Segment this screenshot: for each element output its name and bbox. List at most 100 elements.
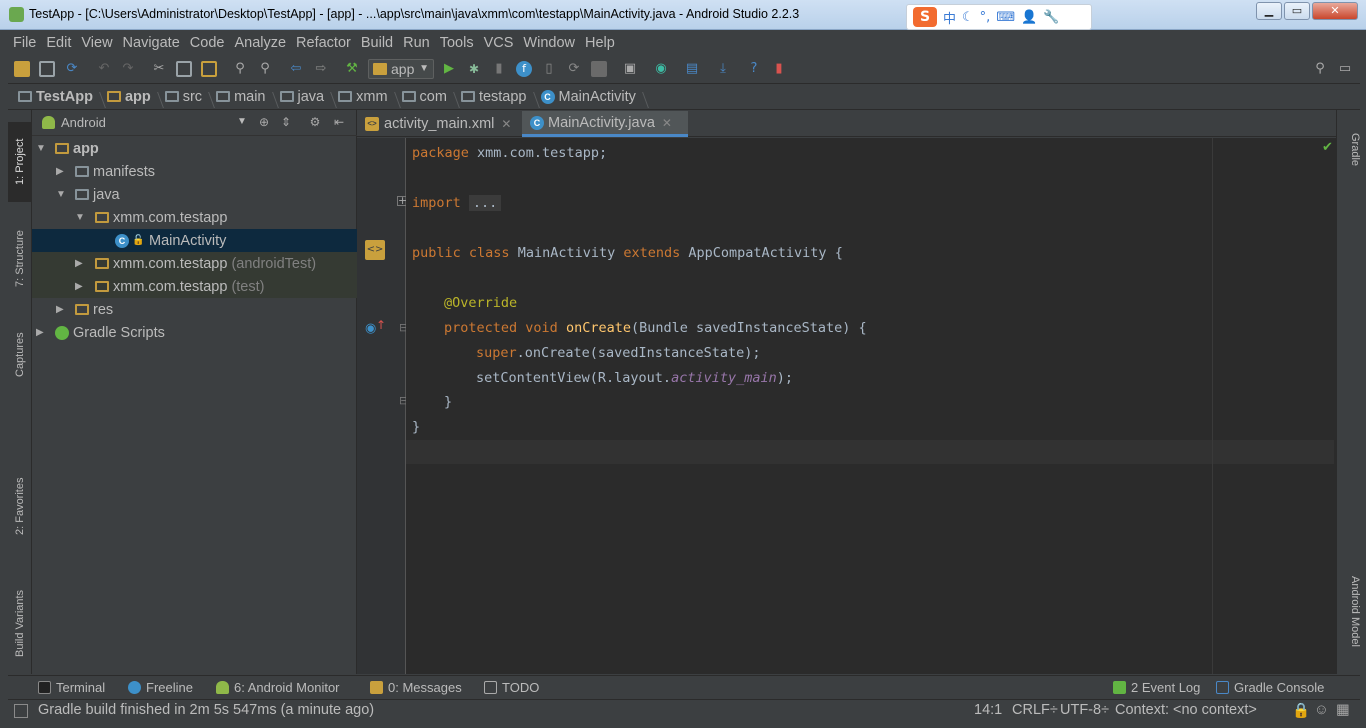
tool-tab-gradle[interactable]: Gradle: [1337, 120, 1361, 180]
collapsed-arrow-icon[interactable]: ▶: [75, 281, 83, 292]
avd-manager-icon[interactable]: ▣: [622, 61, 638, 77]
tool-tab-favorites[interactable]: 2: Favorites: [8, 468, 32, 544]
chevron-down-icon[interactable]: ▼: [237, 116, 247, 127]
menu-build[interactable]: Build: [356, 35, 398, 51]
tool-tab-captures[interactable]: Captures: [8, 320, 32, 390]
layout-file-icon[interactable]: <>: [365, 240, 385, 260]
memory-indicator-icon[interactable]: ▦: [1336, 702, 1350, 718]
tree-node-java[interactable]: ▼ java: [32, 183, 357, 206]
tree-node-mainactivity[interactable]: C 🔓 MainActivity: [32, 229, 357, 252]
tool-gradle-console[interactable]: Gradle Console: [1216, 680, 1324, 695]
tree-node-package-androidtest[interactable]: ▶ xmm.com.testapp (androidTest): [32, 252, 357, 275]
tree-node-res[interactable]: ▶ res: [32, 298, 357, 321]
collapsed-arrow-icon[interactable]: ▶: [36, 327, 44, 338]
save-icon[interactable]: [39, 61, 55, 77]
rerun-icon[interactable]: ⟳: [566, 61, 582, 77]
tree-node-manifests[interactable]: ▶ manifests: [32, 160, 357, 183]
freeline-icon[interactable]: f: [516, 61, 532, 77]
file-encoding[interactable]: UTF-8÷: [1060, 702, 1109, 718]
minimize-button[interactable]: ▁: [1256, 2, 1282, 20]
tree-node-gradle-scripts[interactable]: ▶ Gradle Scripts: [32, 321, 357, 344]
tool-freeline[interactable]: Freeline: [128, 680, 193, 695]
menu-vcs[interactable]: VCS: [479, 35, 519, 51]
context-indicator[interactable]: Context: <no context>: [1115, 702, 1257, 718]
breadcrumb-item[interactable]: main: [206, 89, 269, 105]
breadcrumb-item[interactable]: src: [155, 89, 206, 105]
search-everywhere-icon[interactable]: ⚲: [1312, 61, 1328, 77]
stop-icon[interactable]: [591, 61, 607, 77]
expanded-arrow-icon[interactable]: ▼: [56, 189, 66, 200]
redo-icon[interactable]: ↷: [120, 61, 136, 77]
breadcrumb-item[interactable]: app: [97, 89, 155, 105]
read-only-lock-icon[interactable]: 🔒: [1292, 702, 1310, 719]
collapsed-arrow-icon[interactable]: ▶: [56, 304, 64, 315]
attach-debugger-icon[interactable]: ▯: [541, 61, 557, 77]
android-device-monitor-icon[interactable]: ▮: [771, 61, 787, 77]
ime-user-icon[interactable]: 👤: [1021, 10, 1037, 25]
cut-icon[interactable]: ✂: [151, 61, 167, 77]
menu-file[interactable]: File: [8, 35, 41, 51]
tab-mainactivity-java[interactable]: C MainActivity.java ✕: [522, 111, 688, 137]
breadcrumb-item[interactable]: xmm: [328, 89, 391, 105]
menu-help[interactable]: Help: [580, 35, 620, 51]
menu-window[interactable]: Window: [518, 35, 580, 51]
menu-refactor[interactable]: Refactor: [291, 35, 356, 51]
replace-icon[interactable]: ⚲: [257, 61, 273, 77]
menu-view[interactable]: View: [76, 35, 117, 51]
tool-android-monitor[interactable]: 6: Android Monitor: [216, 680, 340, 695]
ime-lang[interactable]: 中: [943, 8, 956, 27]
breadcrumb-item[interactable]: java: [270, 89, 329, 105]
open-folder-icon[interactable]: [14, 61, 30, 77]
profile-icon[interactable]: ▮: [491, 61, 507, 77]
ime-keyboard-icon[interactable]: ⌨: [996, 10, 1015, 25]
collapsed-arrow-icon[interactable]: ▶: [56, 166, 64, 177]
project-view-select[interactable]: Android: [61, 115, 106, 130]
sync-gradle-icon[interactable]: ◉: [653, 61, 669, 77]
breadcrumb-item[interactable]: testapp: [451, 89, 531, 105]
folded-code-placeholder[interactable]: ...: [468, 195, 502, 211]
tool-todo[interactable]: TODO: [484, 680, 539, 695]
toggle-tool-windows-icon[interactable]: [14, 704, 28, 718]
tree-node-app[interactable]: ▼ app: [32, 137, 357, 160]
ime-wrench-icon[interactable]: 🔧: [1043, 10, 1059, 25]
back-icon[interactable]: ⇦: [288, 61, 304, 77]
forward-icon[interactable]: ⇨: [313, 61, 329, 77]
target-icon[interactable]: ⊕: [257, 115, 271, 129]
close-button[interactable]: ✕: [1312, 2, 1358, 20]
close-tab-icon[interactable]: ✕: [501, 117, 511, 131]
breadcrumb-item[interactable]: com: [392, 89, 451, 105]
make-project-icon[interactable]: ⚒: [344, 61, 360, 77]
collapsed-arrow-icon[interactable]: ▶: [75, 258, 83, 269]
menu-edit[interactable]: Edit: [41, 35, 76, 51]
ime-moon-icon[interactable]: ☾: [962, 10, 974, 25]
collapse-all-icon[interactable]: ⇕: [279, 115, 293, 129]
gear-icon[interactable]: ⚙: [308, 115, 322, 129]
sync-icon[interactable]: ⟳: [64, 61, 80, 77]
inspection-ok-icon[interactable]: ✔: [1322, 140, 1333, 155]
paste-icon[interactable]: [201, 61, 217, 77]
breadcrumb-item[interactable]: TestApp: [8, 89, 97, 105]
breadcrumb-item[interactable]: C MainActivity: [531, 89, 640, 105]
tool-messages[interactable]: 0: Messages: [370, 680, 462, 695]
menu-navigate[interactable]: Navigate: [118, 35, 185, 51]
project-structure-icon[interactable]: ▤: [684, 61, 700, 77]
maximize-button[interactable]: ▭: [1284, 2, 1310, 20]
hide-panel-icon[interactable]: ⇤: [332, 115, 346, 129]
menu-tools[interactable]: Tools: [435, 35, 479, 51]
close-tab-icon[interactable]: ✕: [662, 116, 672, 130]
override-method-icon[interactable]: ◉: [365, 321, 376, 336]
code-editor[interactable]: package xmm.com.testapp; import ... publ…: [406, 138, 1336, 674]
hector-inspector-icon[interactable]: ☺: [1314, 702, 1329, 718]
copy-icon[interactable]: [176, 61, 192, 77]
tool-terminal[interactable]: Terminal: [38, 680, 105, 695]
ime-toolbar[interactable]: S 中 ☾ °, ⌨ 👤 🔧: [906, 4, 1092, 30]
menu-run[interactable]: Run: [398, 35, 435, 51]
menu-code[interactable]: Code: [185, 35, 230, 51]
undo-icon[interactable]: ↶: [96, 61, 112, 77]
ime-punct[interactable]: °,: [980, 10, 991, 25]
debug-icon[interactable]: ✱: [466, 61, 482, 77]
collapse-toolbar-icon[interactable]: ▭: [1337, 61, 1353, 77]
tool-tab-android-model[interactable]: Android Model: [1337, 556, 1361, 666]
run-configuration-select[interactable]: app ▼: [368, 59, 434, 79]
find-icon[interactable]: ⚲: [232, 61, 248, 77]
